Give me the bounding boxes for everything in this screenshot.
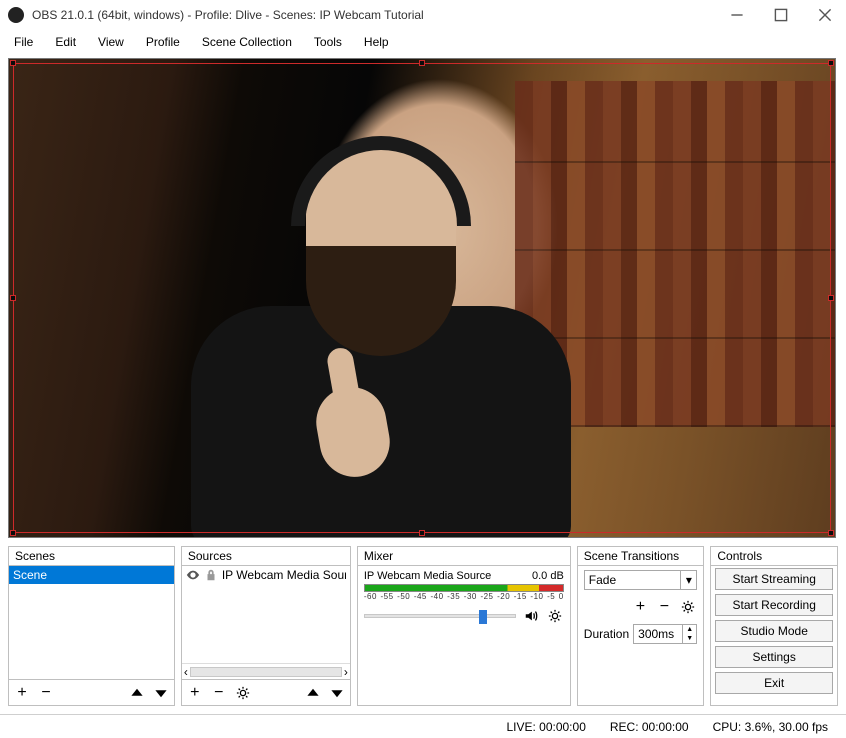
menu-help[interactable]: Help [354, 33, 399, 51]
scroll-left-icon[interactable]: ‹ [184, 665, 188, 679]
menu-scene-collection[interactable]: Scene Collection [192, 33, 302, 51]
status-rec: REC: 00:00:00 [610, 720, 689, 734]
controls-panel: Controls Start Streaming Start Recording… [710, 546, 838, 706]
scenes-panel: Scenes Scene + − [8, 546, 175, 706]
mixer-title: Mixer [358, 547, 570, 565]
mixer-settings-button-icon[interactable] [546, 607, 564, 625]
add-transition-button[interactable]: + [631, 598, 649, 616]
visibility-toggle-icon[interactable] [186, 568, 200, 582]
scroll-right-icon[interactable]: › [344, 665, 348, 679]
start-recording-button[interactable]: Start Recording [715, 594, 833, 616]
spin-down-icon[interactable]: ▼ [683, 634, 696, 643]
status-cpu: CPU: 3.6%, 30.00 fps [713, 720, 828, 734]
window-buttons [724, 5, 838, 25]
volume-slider-knob[interactable] [479, 610, 487, 624]
mixer-level: 0.0 dB [532, 570, 564, 582]
mixer-panel: Mixer IP Webcam Media Source 0.0 dB -60-… [357, 546, 571, 706]
window-title: OBS 21.0.1 (64bit, windows) - Profile: D… [32, 8, 724, 22]
move-scene-up-button[interactable] [128, 684, 146, 702]
status-live: LIVE: 00:00:00 [506, 720, 585, 734]
volume-slider[interactable] [364, 614, 516, 618]
titlebar: OBS 21.0.1 (64bit, windows) - Profile: D… [0, 0, 846, 30]
add-source-button[interactable]: + [186, 684, 204, 702]
studio-mode-button[interactable]: Studio Mode [715, 620, 833, 642]
bottom-panels: Scenes Scene + − Sources IP Webcam Media… [0, 546, 846, 706]
source-properties-button[interactable] [234, 684, 252, 702]
obs-logo-icon [8, 7, 24, 23]
resize-handle-b[interactable] [419, 530, 425, 536]
transition-select[interactable]: Fade ▾ [584, 570, 698, 590]
remove-transition-button[interactable]: − [655, 598, 673, 616]
sources-panel: Sources IP Webcam Media Source ‹ › + − [181, 546, 351, 706]
menubar: File Edit View Profile Scene Collection … [0, 30, 846, 54]
maximize-button[interactable] [768, 5, 794, 25]
resize-handle-t[interactable] [419, 60, 425, 66]
preview-canvas[interactable] [8, 58, 836, 538]
menu-view[interactable]: View [88, 33, 134, 51]
source-selection-outline[interactable] [13, 63, 831, 533]
resize-handle-l[interactable] [10, 295, 16, 301]
duration-spinbox[interactable]: 300ms ▲▼ [633, 624, 697, 644]
scenes-list[interactable]: Scene [9, 565, 174, 679]
remove-scene-button[interactable]: − [37, 684, 55, 702]
exit-button[interactable]: Exit [715, 672, 833, 694]
spin-up-icon[interactable]: ▲ [683, 625, 696, 634]
source-item-label: IP Webcam Media Source [222, 568, 346, 582]
resize-handle-r[interactable] [828, 295, 834, 301]
status-bar: LIVE: 00:00:00 REC: 00:00:00 CPU: 3.6%, … [0, 714, 846, 738]
scenes-title: Scenes [9, 547, 174, 565]
menu-tools[interactable]: Tools [304, 33, 352, 51]
lock-toggle-icon[interactable] [204, 568, 218, 582]
menu-file[interactable]: File [4, 33, 43, 51]
mute-button-icon[interactable] [522, 607, 540, 625]
start-streaming-button[interactable]: Start Streaming [715, 568, 833, 590]
chevron-down-icon: ▾ [680, 571, 696, 589]
meter-ticks: -60-55-50-45-40-35-30-25-20-15-10-50 [364, 592, 564, 601]
audio-meter [364, 584, 564, 592]
resize-handle-br[interactable] [828, 530, 834, 536]
transition-selected: Fade [585, 571, 681, 589]
duration-label: Duration [584, 627, 629, 641]
resize-handle-bl[interactable] [10, 530, 16, 536]
remove-source-button[interactable]: − [210, 684, 228, 702]
transitions-panel: Scene Transitions Fade ▾ + − Duration 30… [577, 546, 705, 706]
menu-edit[interactable]: Edit [45, 33, 86, 51]
move-scene-down-button[interactable] [152, 684, 170, 702]
transition-properties-button[interactable] [679, 598, 697, 616]
close-button[interactable] [812, 5, 838, 25]
add-scene-button[interactable]: + [13, 684, 31, 702]
settings-button[interactable]: Settings [715, 646, 833, 668]
duration-value[interactable]: 300ms [634, 625, 682, 643]
source-item[interactable]: IP Webcam Media Source [182, 566, 350, 584]
sources-title: Sources [182, 547, 350, 565]
move-source-up-button[interactable] [304, 684, 322, 702]
menu-profile[interactable]: Profile [136, 33, 190, 51]
sources-list[interactable]: IP Webcam Media Source ‹ › [182, 565, 350, 679]
scene-item[interactable]: Scene [9, 566, 174, 584]
minimize-button[interactable] [724, 5, 750, 25]
transitions-title: Scene Transitions [578, 547, 704, 565]
sources-horizontal-scrollbar[interactable]: ‹ › [182, 663, 350, 679]
resize-handle-tr[interactable] [828, 60, 834, 66]
mixer-source-name: IP Webcam Media Source [364, 570, 491, 582]
scroll-thumb[interactable] [190, 667, 342, 677]
controls-title: Controls [711, 547, 837, 565]
move-source-down-button[interactable] [328, 684, 346, 702]
resize-handle-tl[interactable] [10, 60, 16, 66]
